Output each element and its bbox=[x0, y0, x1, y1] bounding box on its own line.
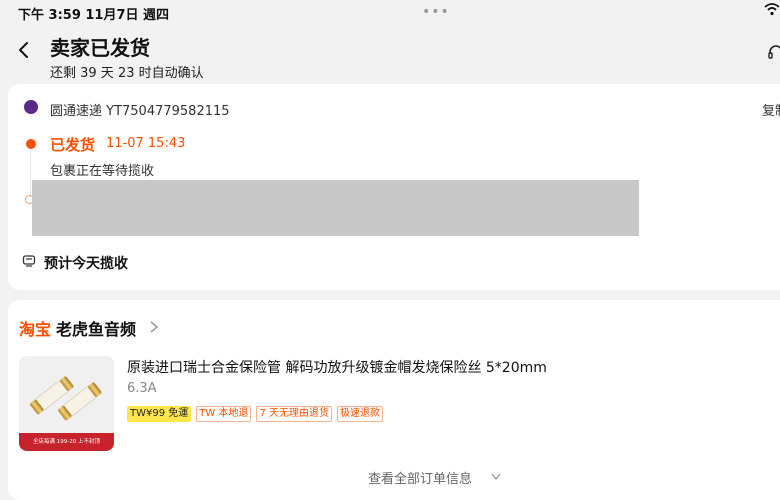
order-card: 淘宝 老虎鱼音频 全店每满 199-20 上不封顶 原装进口瑞士合金保险管 解码… bbox=[8, 300, 780, 500]
service-tags: TW¥99 免運 TW 本地退 7 天无理由退货 极速退款 bbox=[127, 406, 383, 422]
tag-7day-return: 7 天无理由退货 bbox=[256, 406, 332, 422]
copy-button[interactable]: 复制 bbox=[762, 100, 780, 119]
wifi-icon bbox=[764, 3, 780, 16]
view-all-order-info-button[interactable]: 查看全部订单信息 bbox=[368, 468, 472, 487]
back-icon[interactable] bbox=[14, 40, 34, 60]
promo-banner: 全店每满 199-20 上不封顶 bbox=[19, 433, 114, 451]
customer-service-icon[interactable] bbox=[768, 44, 780, 62]
tag-free-shipping: TW¥99 免運 bbox=[127, 406, 192, 422]
auto-confirm-countdown: 还剩 39 天 23 时自动确认 bbox=[50, 66, 204, 81]
multitask-dots[interactable]: ••• bbox=[422, 4, 450, 20]
status-bar: 下午 3:59 11月7日 週四 ••• bbox=[0, 0, 780, 24]
pickup-icon bbox=[22, 255, 36, 267]
timeline-active-dot-icon bbox=[26, 139, 36, 149]
shipping-status: 已发货 bbox=[50, 136, 96, 154]
fuse-image bbox=[30, 376, 102, 421]
redacted-area bbox=[32, 180, 639, 236]
chevron-down-icon[interactable] bbox=[490, 472, 502, 482]
status-description: 包裹正在等待揽收 bbox=[50, 164, 155, 179]
pickup-estimate: 预计今天揽收 bbox=[44, 256, 128, 272]
tag-fast-refund: 极速退款 bbox=[337, 406, 383, 422]
timeline-line bbox=[30, 150, 31, 196]
chevron-right-icon[interactable] bbox=[148, 320, 160, 334]
product-spec: 6.3A bbox=[127, 381, 157, 396]
page-title: 卖家已发货 bbox=[50, 36, 150, 60]
product-thumbnail[interactable]: 全店每满 199-20 上不封顶 bbox=[19, 356, 114, 451]
tag-local-return: TW 本地退 bbox=[196, 406, 252, 422]
status-timestamp: 11-07 15:43 bbox=[106, 136, 186, 151]
yto-logo-icon bbox=[24, 100, 38, 114]
tracking-number: 圆通速递 YT7504779582115 bbox=[50, 104, 230, 119]
status-time-date: 下午 3:59 11月7日 週四 bbox=[18, 8, 170, 23]
header: 卖家已发货 还剩 39 天 23 时自动确认 bbox=[0, 26, 780, 84]
product-title[interactable]: 原装进口瑞士合金保险管 解码功放升级镀金帽发烧保险丝 5*20mm bbox=[127, 357, 547, 377]
taobao-label: 淘宝 bbox=[19, 320, 52, 339]
shop-name[interactable]: 老虎鱼音频 bbox=[56, 316, 136, 340]
shipment-card[interactable]: 圆通速递 YT7504779582115 复制 已发货 11-07 15:43 … bbox=[8, 84, 780, 290]
